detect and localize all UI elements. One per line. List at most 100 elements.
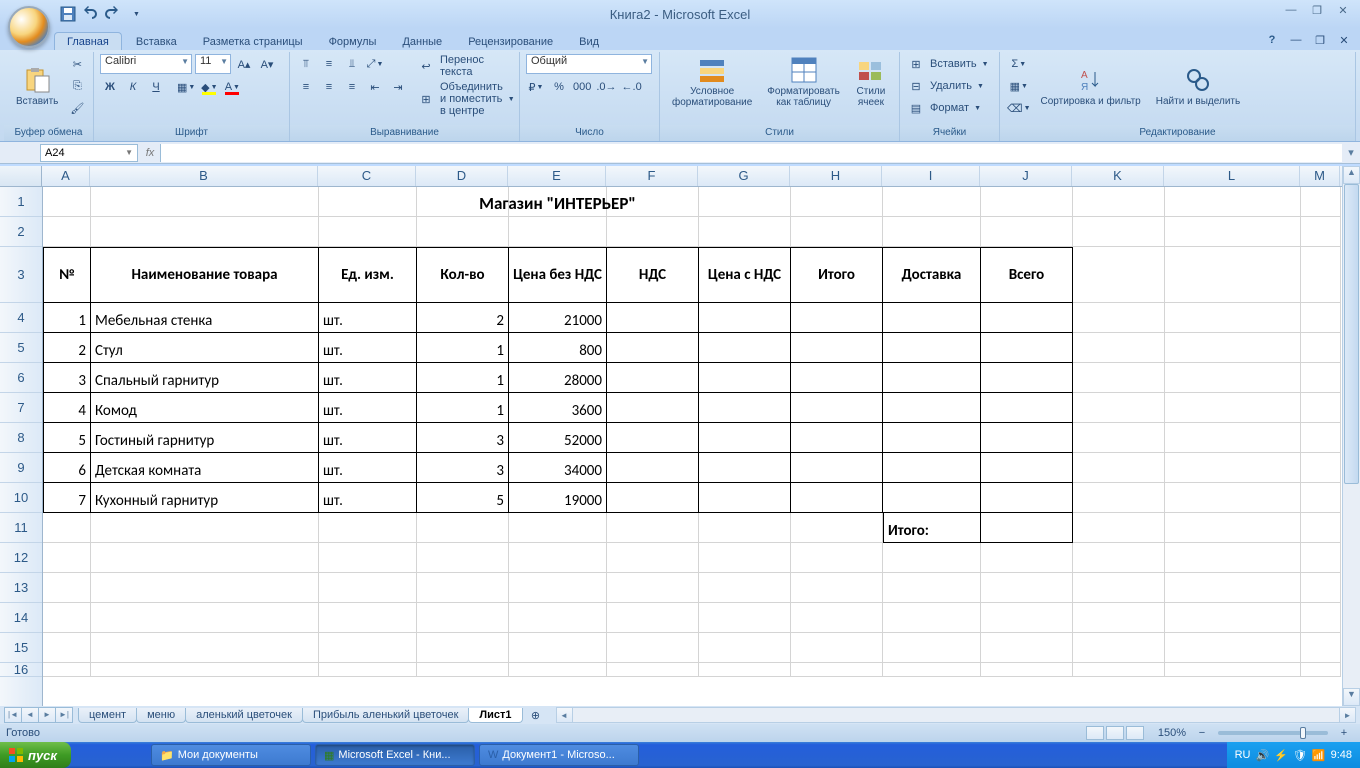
cell-M11[interactable]: [1301, 513, 1341, 543]
align-right-icon[interactable]: ≡: [342, 77, 362, 97]
cell-M4[interactable]: [1301, 303, 1341, 333]
column-header-A[interactable]: A: [42, 166, 90, 186]
cell-content[interactable]: [699, 363, 791, 393]
cell-content[interactable]: [981, 453, 1073, 483]
align-top-icon[interactable]: ⫪: [296, 54, 316, 74]
cell-M6[interactable]: [1301, 363, 1341, 393]
cell-content[interactable]: 3: [43, 363, 91, 393]
cell-K5[interactable]: [1073, 333, 1165, 363]
cell-content[interactable]: 5: [43, 423, 91, 453]
cell-L11[interactable]: [1165, 513, 1301, 543]
cell-content[interactable]: Итого:: [883, 513, 981, 543]
shrink-font-icon[interactable]: A▾: [257, 54, 277, 74]
cell-I15[interactable]: [883, 633, 981, 663]
cell-content[interactable]: [699, 303, 791, 333]
cell-D14[interactable]: [417, 603, 509, 633]
cell-H11[interactable]: [791, 513, 883, 543]
cell-content[interactable]: Ед. изм.: [319, 247, 417, 303]
cell-B12[interactable]: [91, 543, 319, 573]
column-header-B[interactable]: B: [90, 166, 318, 186]
cell-M10[interactable]: [1301, 483, 1341, 513]
cell-L12[interactable]: [1165, 543, 1301, 573]
cell-G14[interactable]: [699, 603, 791, 633]
copy-icon[interactable]: ⎘: [67, 76, 87, 96]
underline-button[interactable]: Ч: [146, 77, 166, 97]
fill-color-button[interactable]: ◆▼: [199, 77, 219, 97]
cell-M16[interactable]: [1301, 663, 1341, 677]
cell-content[interactable]: Всего: [981, 247, 1073, 303]
cell-content[interactable]: 4: [43, 393, 91, 423]
cell-J15[interactable]: [981, 633, 1073, 663]
cell-F14[interactable]: [607, 603, 699, 633]
zoom-level[interactable]: 150%: [1158, 727, 1186, 739]
cell-content[interactable]: Кол-во: [417, 247, 509, 303]
fill-icon[interactable]: ▦▼: [1006, 76, 1032, 96]
cell-H15[interactable]: [791, 633, 883, 663]
cell-content[interactable]: 2: [43, 333, 91, 363]
workbook-restore[interactable]: ❐: [1310, 30, 1330, 50]
cell-L2[interactable]: [1165, 217, 1301, 247]
cell-E14[interactable]: [509, 603, 607, 633]
cell-K10[interactable]: [1073, 483, 1165, 513]
cell-content[interactable]: НДС: [607, 247, 699, 303]
sheet-tab-3[interactable]: Прибыль аленький цветочек: [302, 708, 469, 723]
scroll-down-icon[interactable]: ▼: [1343, 688, 1360, 706]
cell-M7[interactable]: [1301, 393, 1341, 423]
row-header-6[interactable]: 6: [0, 363, 42, 393]
cell-content[interactable]: шт.: [319, 393, 417, 423]
cell-M14[interactable]: [1301, 603, 1341, 633]
cell-content[interactable]: Кухонный гарнитур: [91, 483, 319, 513]
cell-L5[interactable]: [1165, 333, 1301, 363]
cell-E11[interactable]: [509, 513, 607, 543]
cell-content[interactable]: [883, 393, 981, 423]
taskbar-word[interactable]: WДокумент1 - Microso...: [479, 744, 639, 766]
cell-content[interactable]: 3: [417, 423, 509, 453]
grow-font-icon[interactable]: A▴: [234, 54, 254, 74]
cell-content[interactable]: Спальный гарнитур: [91, 363, 319, 393]
clear-icon[interactable]: ⌫▼: [1006, 98, 1032, 118]
normal-view-icon[interactable]: [1086, 726, 1104, 740]
cell-A16[interactable]: [43, 663, 91, 677]
cell-G15[interactable]: [699, 633, 791, 663]
cell-content[interactable]: [607, 453, 699, 483]
cell-K8[interactable]: [1073, 423, 1165, 453]
row-header-2[interactable]: 2: [0, 217, 42, 247]
sheet-title[interactable]: Магазин "ИНТЕРЬЕР": [43, 187, 1073, 217]
cell-content[interactable]: Доставка: [883, 247, 981, 303]
lang-indicator[interactable]: RU: [1235, 749, 1251, 761]
scroll-left-icon[interactable]: ◄: [557, 708, 573, 722]
accounting-format-icon[interactable]: ₽▼: [526, 77, 546, 97]
cell-E2[interactable]: [509, 217, 607, 247]
cell-F11[interactable]: [607, 513, 699, 543]
cell-B16[interactable]: [91, 663, 319, 677]
cell-content[interactable]: [883, 363, 981, 393]
insert-cells-button[interactable]: ⊞Вставить▼: [906, 54, 993, 74]
cell-content[interactable]: [981, 423, 1073, 453]
cell-content[interactable]: [791, 483, 883, 513]
cell-K14[interactable]: [1073, 603, 1165, 633]
cell-D13[interactable]: [417, 573, 509, 603]
autosum-icon[interactable]: Σ▼: [1006, 54, 1032, 74]
cell-J16[interactable]: [981, 663, 1073, 677]
qat-customize[interactable]: ▼: [126, 4, 146, 24]
row-header-12[interactable]: 12: [0, 543, 42, 573]
percent-format-icon[interactable]: %: [549, 77, 569, 97]
increase-indent-icon[interactable]: ⇥: [388, 77, 408, 97]
cell-H2[interactable]: [791, 217, 883, 247]
cell-M13[interactable]: [1301, 573, 1341, 603]
cell-content[interactable]: [699, 483, 791, 513]
fx-button[interactable]: fx: [140, 147, 160, 159]
tab-home[interactable]: Главная: [54, 32, 122, 50]
cell-content[interactable]: 28000: [509, 363, 607, 393]
tab-data[interactable]: Данные: [390, 33, 454, 50]
cell-content[interactable]: 1: [417, 393, 509, 423]
font-family-select[interactable]: Calibri▼: [100, 54, 192, 74]
cell-content[interactable]: 52000: [509, 423, 607, 453]
cell-K12[interactable]: [1073, 543, 1165, 573]
cell-M3[interactable]: [1301, 247, 1341, 303]
cell-content[interactable]: [607, 363, 699, 393]
cell-L14[interactable]: [1165, 603, 1301, 633]
cell-I14[interactable]: [883, 603, 981, 633]
cell-L10[interactable]: [1165, 483, 1301, 513]
cell-content[interactable]: [981, 303, 1073, 333]
